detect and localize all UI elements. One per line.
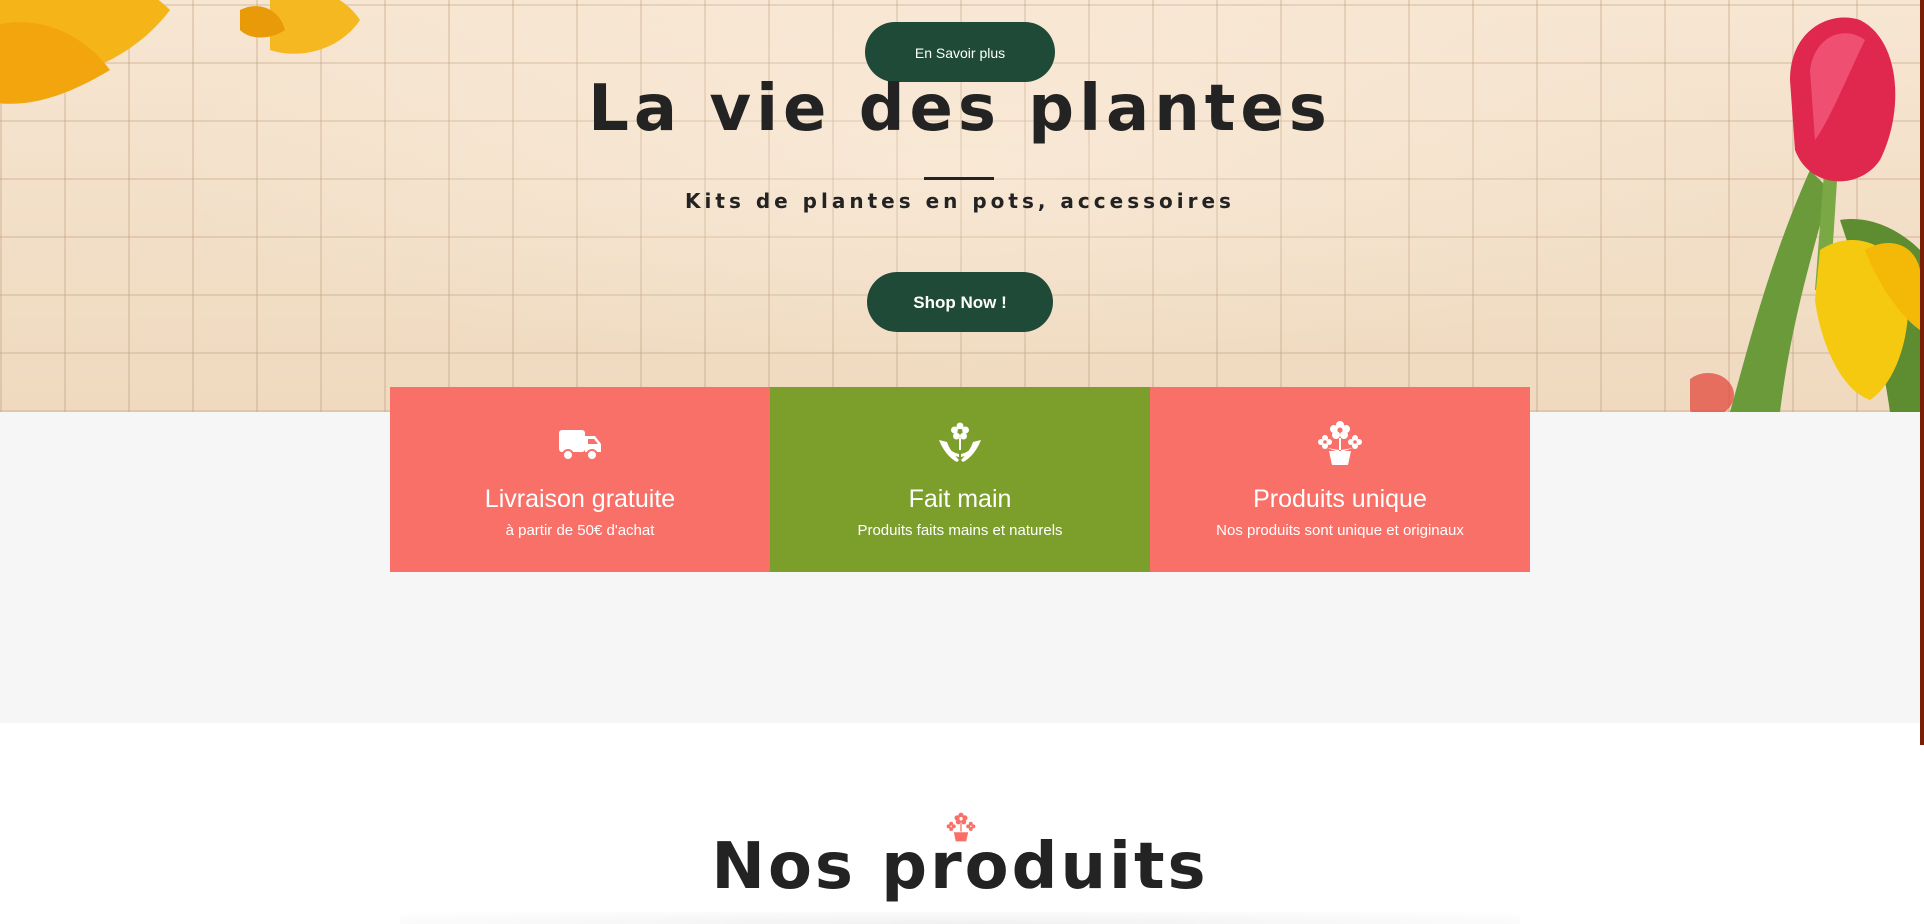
hero-subtitle: Kits de plantes en pots, accessoires <box>685 189 1235 213</box>
truck-icon <box>559 430 601 461</box>
feature-description: Nos produits sont unique et originaux <box>1216 522 1464 539</box>
feature-handmade: Fait main Produits faits mains et nature… <box>770 387 1150 572</box>
features-row: Livraison gratuite à partir de 50€ d'ach… <box>390 387 1530 572</box>
title-divider <box>924 177 994 180</box>
feature-description: Produits faits mains et naturels <box>857 522 1063 539</box>
products-section-title: Nos produits <box>711 830 1209 904</box>
hands-flower-icon <box>939 422 981 462</box>
shop-now-button[interactable]: Shop Now ! <box>867 272 1053 332</box>
hero-banner: En Savoir plus La vie des plantes Kits d… <box>0 0 1920 412</box>
window-edge <box>1920 0 1924 745</box>
hero-title: La vie des plantes <box>588 72 1332 146</box>
feature-title: Fait main <box>908 485 1012 513</box>
feature-title: Produits unique <box>1253 485 1427 513</box>
feature-unique-products: Produits unique Nos produits sont unique… <box>1150 387 1530 572</box>
feature-title: Livraison gratuite <box>484 485 676 513</box>
flower-pot-icon <box>1318 421 1362 465</box>
feature-description: à partir de 50€ d'achat <box>505 522 655 539</box>
feature-free-delivery: Livraison gratuite à partir de 50€ d'ach… <box>390 387 770 572</box>
products-divider-shadow <box>400 912 1520 924</box>
